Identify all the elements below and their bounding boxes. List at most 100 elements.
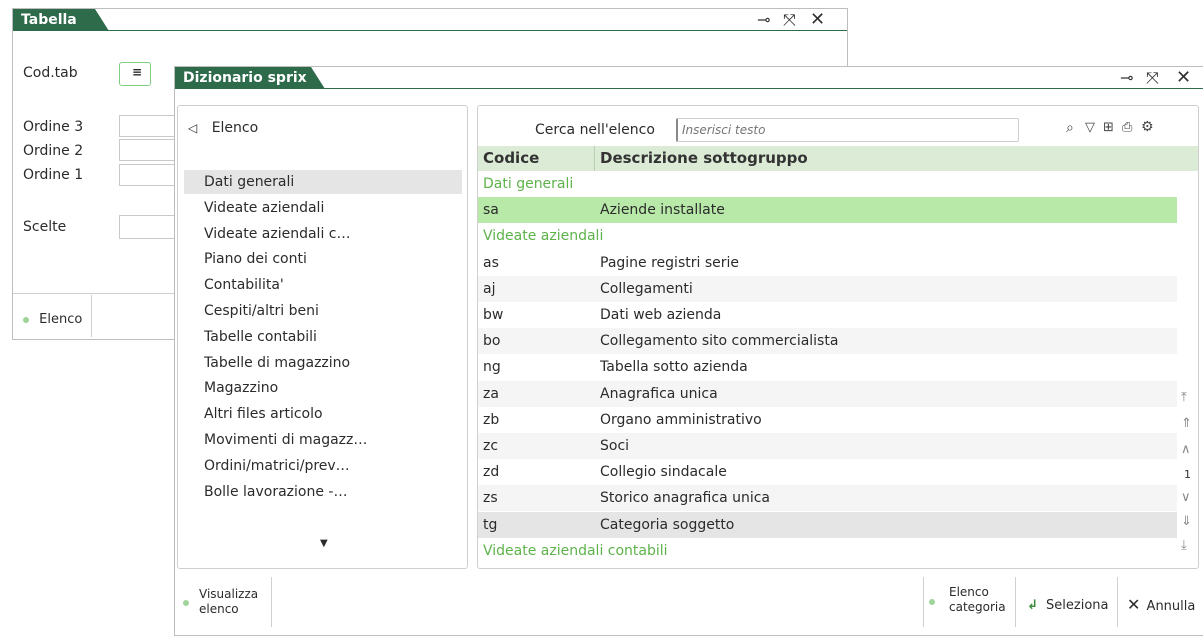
code-cell: za [483,385,499,402]
nav-item[interactable]: Magazzino [184,376,462,400]
description-cell: Collegamento sito commercialista [600,333,839,350]
table-row[interactable]: aj Collegamenti [478,275,1177,302]
scelte-label: Scelte [23,219,67,235]
code-cell: bw [483,307,504,323]
group-label: Videate aziendali [483,228,604,245]
group-label: Videate aziendali contabili [483,542,668,559]
cod-tab-field[interactable]: ≡ [119,62,151,86]
tabella-title: Tabella [13,9,109,31]
nav-item[interactable]: Videate aziendali c… [184,222,462,246]
gear-icon[interactable]: ⚙ [1141,119,1154,135]
seleziona-button[interactable]: ↲ Seleziona [1027,598,1109,613]
search-input[interactable] [676,118,1019,142]
description-cell: Anagrafica unica [600,385,718,402]
nav-item[interactable]: Ordini/matrici/prev… [184,454,462,478]
page-up-icon[interactable]: ⇑ [1181,416,1192,431]
table-row[interactable]: zd Collegio sindacale [478,459,1177,485]
code-cell: tg [483,516,498,533]
group-header-row[interactable]: Dati generali [478,171,1177,197]
description-cell: Collegio sindacale [600,464,727,481]
nav-item[interactable]: Bolle lavorazione -… [184,480,462,504]
page-number: 1 [1184,468,1191,481]
table-row[interactable]: bw Dati web azienda [478,302,1177,328]
nav-item[interactable]: Videate aziendali [184,196,462,220]
dizionario-window: Dizionario sprix ⊸ ⤧ ✕ ◁ Elenco Dati gen… [174,66,1203,636]
close-icon[interactable]: ✕ [810,10,825,30]
table-row[interactable]: bo Collegamento sito commercialista [478,328,1177,355]
list-panel: Cerca nell'elenco ⌕ ▽ ⊞ ⎙ ⚙ Codice Descr… [477,105,1199,569]
category-nav-panel: ◁ Elenco Dati generali Videate aziendali V… [177,105,468,569]
code-cell: zc [483,438,499,454]
search-label: Cerca nell'elenco [535,122,655,138]
elenco-categoria-button[interactable]: Elenco categoria [929,585,1006,615]
table-row[interactable]: za Anagrafica unica [478,380,1177,407]
tabella-titlebar: Tabella ⊸ ⤧ ✕ [13,9,847,31]
nav-item[interactable]: Altri files articolo [184,402,462,426]
scelte-field[interactable] [119,215,175,239]
close-icon[interactable]: ✕ [1176,68,1191,88]
group-label: Dati generali [483,176,574,192]
group-header-row[interactable]: Videate aziendali contabili [478,538,1177,564]
print-icon[interactable]: ⎙ [1122,120,1132,135]
nav-item[interactable]: Movimenti di magazz… [184,428,462,452]
ordine2-field[interactable] [119,139,175,161]
restore-icon[interactable]: ⤧ [1146,68,1159,88]
more-down-icon[interactable]: ▼ [320,538,328,549]
group-header-row[interactable]: Videate aziendali [478,223,1177,249]
code-cell: ng [483,359,501,376]
ordine1-field[interactable] [119,164,175,186]
dizionario-title: Dizionario sprix [175,67,325,89]
table-row[interactable]: ng Tabella sotto azienda [478,354,1177,380]
elenco-dot-icon [23,317,29,323]
prev-icon[interactable]: ∧ [1181,442,1191,457]
description-cell: Organo amministrativo [600,411,762,428]
page-down-icon[interactable]: ⇓ [1181,514,1192,529]
ordine1-label: Ordine 1 [23,167,84,183]
nav-header[interactable]: ◁ Elenco [188,120,258,136]
cancel-icon: ✕ [1127,595,1141,614]
next-icon[interactable]: ∨ [1181,490,1191,505]
code-cell: bo [483,333,501,350]
filter-icon[interactable]: ▽ [1085,120,1095,135]
pin-icon[interactable]: ⊸ [757,10,770,30]
description-cell: Storico anagrafica unica [600,490,771,507]
annulla-button[interactable]: ✕ Annulla [1127,595,1195,615]
first-page-icon[interactable]: ⤒ [1181,390,1187,405]
col-descrizione[interactable]: Descrizione sottogruppo [600,146,808,171]
scrollbar[interactable]: ⤒ ⇑ ∧ 1 ∨ ⇓ ⤓ [1177,390,1198,570]
code-cell: zd [483,464,500,481]
description-cell: Soci [600,438,630,454]
table-header: Codice Descrizione sottogruppo [478,146,1198,171]
visualizza-elenco-button[interactable]: Visualizza elenco [183,587,258,617]
table-row[interactable]: sa Aziende installate [478,197,1177,224]
nav-item[interactable]: Piano dei conti [184,247,462,271]
ordine3-field[interactable] [119,115,175,137]
table-row[interactable]: tg Categoria soggetto [478,511,1177,538]
table-row[interactable]: zs Storico anagrafica unica [478,485,1177,512]
description-cell: Aziende installate [600,202,725,219]
nav-item[interactable]: Cespiti/altri beni [184,299,462,323]
search-icon[interactable]: ⌕ [1066,120,1074,136]
elenco-button[interactable]: Elenco [23,312,82,327]
nav-item[interactable]: Tabelle contabili [184,325,462,349]
list-icon[interactable]: ≡ [132,65,142,79]
description-cell: Dati web azienda [600,307,722,323]
description-cell: Tabella sotto azienda [600,359,748,376]
nav-item[interactable]: Dati generali [184,170,462,194]
export-icon[interactable]: ⊞ [1103,120,1114,135]
dizionario-titlebar: Dizionario sprix ⊸ ⤧ ✕ [175,67,1203,89]
nav-item[interactable]: Tabelle di magazzino [184,351,462,375]
ordine2-label: Ordine 2 [23,143,84,159]
col-codice[interactable]: Codice [483,146,539,171]
chevron-left-icon[interactable]: ◁ [188,121,197,135]
restore-icon[interactable]: ⤧ [783,10,796,30]
table-row[interactable]: zc Soci [478,433,1177,459]
nav-item[interactable]: Contabilita' [184,273,462,297]
table-row[interactable]: zb Organo amministrativo [478,407,1177,433]
table-body: Dati generali sa Aziende installate Videate… [478,171,1198,569]
dialog-footer [175,572,1203,573]
code-cell: as [483,254,499,271]
table-row[interactable]: as Pagine registri serie [478,250,1177,276]
last-page-icon[interactable]: ⤓ [1181,538,1187,553]
pin-icon[interactable]: ⊸ [1120,68,1133,88]
